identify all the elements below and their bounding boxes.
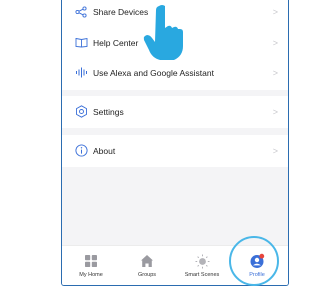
- menu-group-about: About >: [62, 135, 288, 167]
- sun-icon: [194, 253, 210, 269]
- book-icon: [74, 36, 88, 50]
- tab-my-home-label: My Home: [79, 272, 103, 278]
- share-icon: [74, 5, 88, 19]
- house-icon: [139, 253, 155, 269]
- menu-group-settings: Settings >: [62, 96, 288, 128]
- chevron-right-icon: >: [272, 145, 278, 156]
- about-label: About: [93, 145, 116, 156]
- tab-smart-scenes[interactable]: Smart Scenes: [177, 253, 227, 278]
- info-icon: [74, 144, 88, 158]
- tab-my-home[interactable]: My Home: [66, 253, 116, 278]
- pointing-hand-icon: [143, 5, 183, 60]
- alexa-google-label: Use Alexa and Google Assistant: [93, 67, 214, 78]
- tab-groups[interactable]: Groups: [122, 253, 172, 278]
- settings-label: Settings: [93, 106, 124, 117]
- profile-highlight-ring: [229, 236, 279, 286]
- menu-item-about[interactable]: About >: [62, 137, 288, 164]
- grid-icon: [83, 253, 99, 269]
- voice-wave-icon: [74, 66, 88, 80]
- gear-icon: [74, 105, 88, 119]
- tab-groups-label: Groups: [137, 272, 157, 278]
- chevron-right-icon: >: [272, 67, 278, 78]
- tab-smart-scenes-label: Smart Scenes: [184, 272, 220, 278]
- chevron-right-icon: >: [272, 37, 278, 48]
- chevron-right-icon: >: [272, 106, 278, 117]
- menu-item-settings[interactable]: Settings >: [62, 98, 288, 125]
- help-center-label: Help Center: [93, 37, 139, 48]
- chevron-right-icon: >: [272, 6, 278, 17]
